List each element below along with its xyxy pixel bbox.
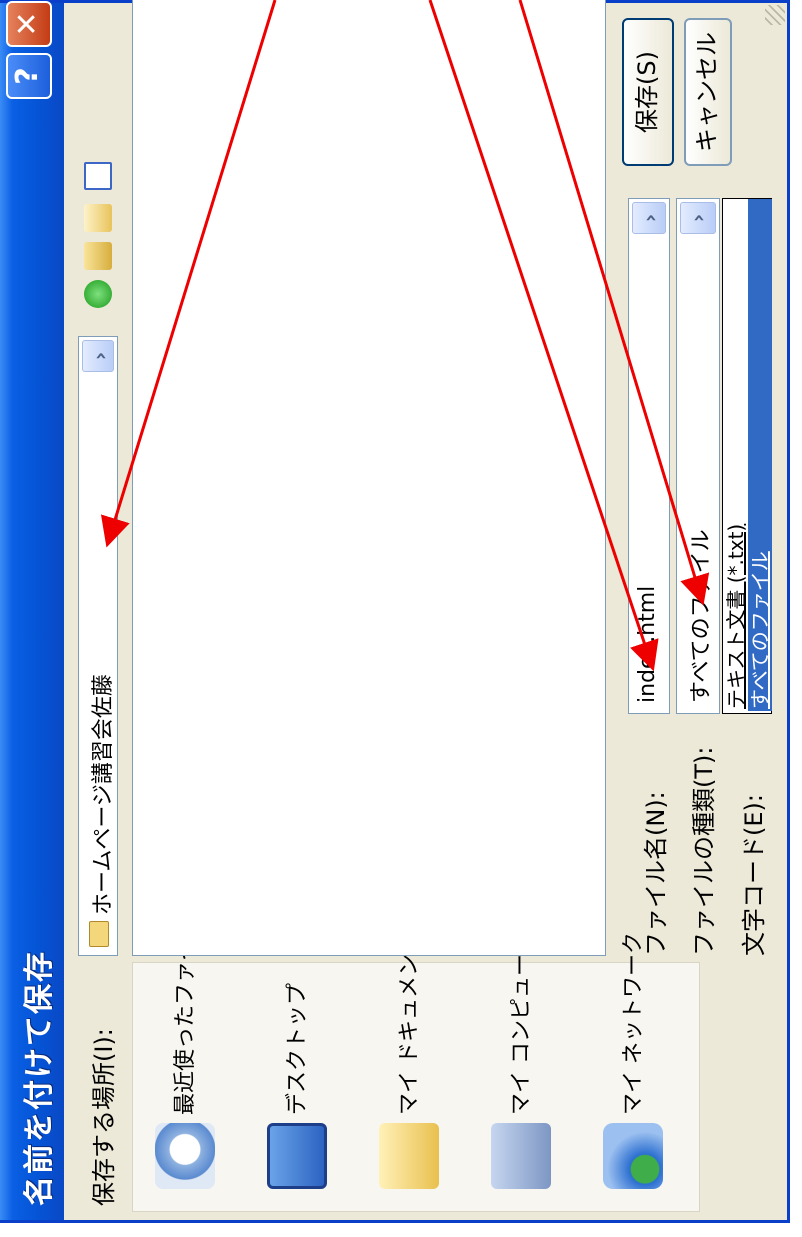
place-my-network[interactable]: マイ ネットワーク	[581, 932, 681, 1211]
my-documents-icon	[379, 1123, 439, 1189]
my-network-icon	[603, 1123, 663, 1189]
save-in-combo[interactable]: ホームページ講習会佐藤 ›	[78, 336, 118, 956]
help-button[interactable]: ?	[6, 53, 52, 99]
place-desktop[interactable]: デスクトップ	[245, 963, 345, 1211]
places-bar: 最近使ったファイル デスクトップ マイ ドキュメント マイ コンピュータ マイ …	[132, 917, 700, 1212]
save-in-label: 保存する場所(I):	[90, 1028, 118, 1206]
title-bar[interactable]: 名前を付けて保存 ? ✕	[0, 1, 64, 1220]
dropdown-option[interactable]: テキスト文書 (*.txt)	[724, 199, 748, 711]
back-icon[interactable]	[84, 280, 112, 308]
place-my-computer[interactable]: マイ コンピュータ	[469, 932, 569, 1211]
views-menu-icon[interactable]	[84, 162, 112, 190]
cancel-button[interactable]: キャンセル	[684, 18, 732, 166]
place-label: マイ コンピュータ	[509, 932, 534, 1115]
up-folder-icon[interactable]	[84, 242, 112, 270]
dialog-title: 名前を付けて保存	[22, 950, 57, 1206]
file-name-label: ファイル名(N):	[642, 791, 670, 956]
place-label: デスクトップ	[285, 982, 310, 1115]
place-label: マイ ドキュメント	[397, 932, 422, 1115]
chevron-down-icon[interactable]: ›	[632, 202, 666, 234]
chevron-down-icon[interactable]: ›	[82, 340, 114, 372]
my-computer-icon	[491, 1123, 551, 1189]
file-name-value[interactable]: index.html	[635, 586, 660, 703]
folder-icon	[89, 921, 109, 947]
new-folder-icon[interactable]	[84, 204, 112, 232]
place-label: マイ ネットワーク	[621, 932, 646, 1115]
resize-grip[interactable]	[765, 5, 785, 25]
place-recent-files[interactable]: 最近使ったファイル	[133, 917, 233, 1211]
save-as-dialog: 名前を付けて保存 ? ✕ 保存する場所(I): ホームページ講習会佐藤 › 最近…	[0, 0, 790, 1223]
desktop-icon	[267, 1123, 327, 1189]
file-type-value: すべてのファイル	[689, 529, 714, 703]
dropdown-option-selected[interactable]: すべてのファイル	[748, 199, 772, 711]
recent-files-icon	[155, 1123, 215, 1189]
file-type-label: ファイルの種類(T):	[690, 746, 718, 956]
save-in-value: ホームページ講習会佐藤	[91, 674, 116, 915]
file-type-combo[interactable]: すべてのファイル ›	[676, 198, 720, 714]
encoding-label: 文字コード(E):	[740, 794, 768, 956]
save-button[interactable]: 保存(S)	[622, 18, 674, 166]
chevron-down-icon[interactable]: ›	[680, 202, 716, 234]
file-type-dropdown[interactable]: テキスト文書 (*.txt) すべてのファイル	[722, 198, 772, 714]
file-name-combo[interactable]: index.html ›	[628, 198, 670, 714]
file-list[interactable]	[132, 0, 606, 956]
rotated-stage: 名前を付けて保存 ? ✕ 保存する場所(I): ホームページ講習会佐藤 › 最近…	[0, 0, 802, 1237]
close-button[interactable]: ✕	[6, 1, 52, 47]
place-my-documents[interactable]: マイ ドキュメント	[357, 932, 457, 1211]
